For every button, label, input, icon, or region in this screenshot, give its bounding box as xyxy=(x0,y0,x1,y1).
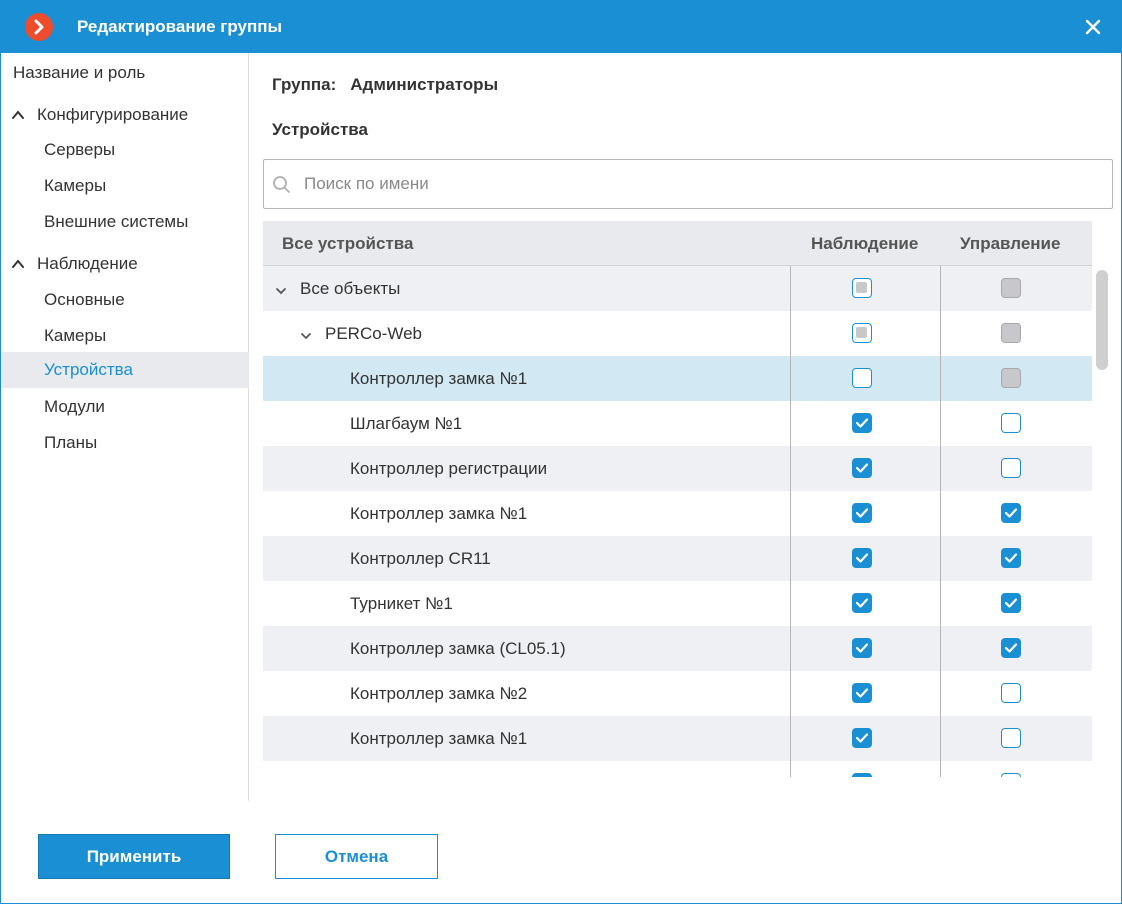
device-name: Шлагбаум №1 xyxy=(350,414,463,433)
monitoring-checkbox[interactable] xyxy=(852,503,872,523)
device-name: PERCo-Web xyxy=(325,324,422,343)
sidebar-item-label: Основные xyxy=(44,290,125,309)
sidebar-item-label: Камеры xyxy=(44,176,107,195)
sidebar-item-label: Серверы xyxy=(44,140,116,159)
control-checkbox[interactable] xyxy=(1001,503,1021,523)
sidebar-item-name-and-role[interactable]: Название и роль xyxy=(1,55,249,91)
sidebar-item-label: Внешние системы xyxy=(44,212,189,231)
monitoring-checkbox[interactable] xyxy=(852,638,872,658)
monitoring-checkbox[interactable] xyxy=(852,368,872,388)
sidebar-item-external-systems[interactable]: Внешние системы xyxy=(1,204,249,240)
sidebar-item-devices[interactable]: Устройства xyxy=(1,352,249,388)
search-icon xyxy=(273,176,290,193)
monitoring-checkbox[interactable] xyxy=(852,773,872,777)
device-name: Контроллер замка №1 xyxy=(350,369,528,388)
device-name: Контроллер замка №1 xyxy=(350,729,528,748)
sidebar-group-configuration[interactable]: Конфигурирование xyxy=(1,97,249,133)
column-divider xyxy=(790,266,791,777)
main-panel: Группа: Администраторы Устройства Все уст… xyxy=(250,53,1121,801)
monitoring-checkbox[interactable] xyxy=(852,278,872,298)
table-row[interactable]: Контроллер CR11 xyxy=(263,536,1092,581)
monitoring-checkbox[interactable] xyxy=(852,458,872,478)
control-checkbox[interactable] xyxy=(1001,593,1021,613)
monitoring-checkbox[interactable] xyxy=(852,323,872,343)
table-row[interactable]: Контроллер замка №2 xyxy=(263,671,1092,716)
table-row[interactable]: Турникет №1 xyxy=(263,581,1092,626)
sidebar-item-monitoring-cameras[interactable]: Камеры xyxy=(1,318,249,354)
control-checkbox[interactable] xyxy=(1001,728,1021,748)
sidebar-item-modules[interactable]: Модули xyxy=(1,389,249,425)
group-label: Группа: xyxy=(272,75,337,94)
title-bar: Редактирование группы xyxy=(1,1,1121,53)
device-name: Контроллер замка (CL05.1) xyxy=(350,639,566,658)
control-checkbox[interactable] xyxy=(1001,368,1021,388)
table-row[interactable]: Контроллер замка №1 xyxy=(263,356,1092,401)
column-header-all-devices: Все устройства xyxy=(282,234,414,253)
chevron-up-icon xyxy=(12,259,24,268)
table-row[interactable]: Контроллер регистрации xyxy=(263,446,1092,491)
app-logo-icon xyxy=(25,13,53,41)
search-input[interactable] xyxy=(304,168,1094,200)
chevron-down-icon[interactable] xyxy=(275,283,287,301)
sidebar-nav: Название и роль Конфигурирование Серверы… xyxy=(1,53,249,801)
control-checkbox[interactable] xyxy=(1001,323,1021,343)
control-checkbox[interactable] xyxy=(1001,683,1021,703)
devices-table: Все устройства Наблюдение Управление Все… xyxy=(263,221,1092,777)
table-row[interactable]: Контроллер замка №1 xyxy=(263,491,1092,536)
sidebar-item-label: Планы xyxy=(44,433,98,452)
close-icon xyxy=(1085,19,1101,35)
device-name: Турникет №1 xyxy=(350,594,453,613)
device-name: Контроллер замка №2 xyxy=(350,684,528,703)
column-header-control: Управление xyxy=(960,234,1061,253)
edit-group-dialog: Редактирование группы Название и роль Ко… xyxy=(0,0,1122,904)
group-info: Группа: Администраторы xyxy=(272,75,498,95)
monitoring-checkbox[interactable] xyxy=(852,593,872,613)
sidebar-item-servers[interactable]: Серверы xyxy=(1,132,249,168)
table-header: Все устройства Наблюдение Управление xyxy=(263,221,1092,266)
section-title: Устройства xyxy=(272,120,368,139)
control-checkbox[interactable] xyxy=(1001,413,1021,433)
control-checkbox[interactable] xyxy=(1001,638,1021,658)
sidebar-item-label: Модули xyxy=(44,397,105,416)
column-header-monitoring: Наблюдение xyxy=(811,234,919,253)
cancel-button[interactable]: Отмена xyxy=(275,834,438,879)
monitoring-checkbox[interactable] xyxy=(852,683,872,703)
monitoring-checkbox[interactable] xyxy=(852,548,872,568)
sidebar-item-config-cameras[interactable]: Камеры xyxy=(1,168,249,204)
monitoring-checkbox[interactable] xyxy=(852,728,872,748)
sidebar-item-label: Камеры xyxy=(44,326,107,345)
sidebar-item-label: Наблюдение xyxy=(37,254,138,273)
sidebar-item-plans[interactable]: Планы xyxy=(1,425,249,461)
sidebar-item-label: Конфигурирование xyxy=(37,105,189,124)
device-name: Все объекты xyxy=(300,279,401,298)
table-row[interactable]: Все объекты xyxy=(263,266,1092,311)
close-button[interactable] xyxy=(1079,13,1107,41)
monitoring-checkbox[interactable] xyxy=(852,413,872,433)
sidebar-group-monitoring[interactable]: Наблюдение xyxy=(1,246,249,282)
group-value: Администраторы xyxy=(350,75,499,94)
chevron-down-icon[interactable] xyxy=(300,328,312,346)
dialog-footer: Применить Отмена xyxy=(1,801,1121,903)
sidebar-item-label: Название и роль xyxy=(13,63,146,82)
control-checkbox[interactable] xyxy=(1001,278,1021,298)
control-checkbox[interactable] xyxy=(1001,458,1021,478)
device-name: Контроллер регистрации xyxy=(350,459,548,478)
table-row[interactable]: Контроллер замка (CL05.1) xyxy=(263,626,1092,671)
sidebar-item-label: Устройства xyxy=(44,360,133,379)
device-name: Контроллер замка №1 xyxy=(350,504,528,523)
chevron-up-icon xyxy=(12,110,24,119)
table-row[interactable] xyxy=(263,761,1092,777)
table-row[interactable]: Шлагбаум №1 xyxy=(263,401,1092,446)
control-checkbox[interactable] xyxy=(1001,548,1021,568)
table-row[interactable]: Контроллер замка №1 xyxy=(263,716,1092,761)
column-divider xyxy=(940,266,941,777)
sidebar-item-basic[interactable]: Основные xyxy=(1,282,249,318)
device-name: Контроллер CR11 xyxy=(350,549,491,568)
dialog-title: Редактирование группы xyxy=(77,17,282,36)
table-row[interactable]: PERCo-Web xyxy=(263,311,1092,356)
table-scrollbar[interactable] xyxy=(1096,270,1108,370)
search-box xyxy=(263,159,1113,209)
control-checkbox[interactable] xyxy=(1001,773,1021,777)
apply-button[interactable]: Применить xyxy=(38,834,230,879)
